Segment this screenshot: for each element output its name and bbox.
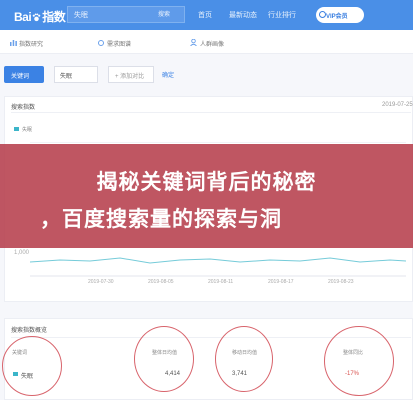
tab-index-research[interactable]: 指数研究 <box>19 39 43 48</box>
tab-demand-graph[interactable]: 需求图谱 <box>107 39 131 48</box>
legend-label: 失眠 <box>22 127 33 133</box>
highlight-circle-keyword <box>2 336 62 396</box>
banner-title-line-1: 揭秘关键词背后的秘密 <box>96 170 317 194</box>
add-compare-button[interactable]: + 添加对比 <box>108 66 154 83</box>
keyword-input-value: 失眠 <box>60 74 73 80</box>
keyword-input[interactable]: 失眠 <box>54 66 98 83</box>
x-tick-label: 2019-08-17 <box>268 279 294 285</box>
overview-title: 搜索指数概览 <box>11 328 48 334</box>
date-range[interactable]: 2019-07-25 <box>382 102 413 108</box>
keyword-button[interactable]: 关键词 <box>4 66 44 83</box>
grid-line <box>30 142 406 143</box>
x-tick-label: 2019-08-11 <box>208 279 234 285</box>
y-tick-label: 1,000 <box>14 250 30 256</box>
search-input-value: 失眠 <box>74 12 88 19</box>
legend-swatch <box>14 127 19 131</box>
nav-latest-news[interactable]: 最新动态 <box>229 10 257 20</box>
nav-industry-ranking[interactable]: 行业排行 <box>268 10 296 20</box>
search-index-title: 搜索指数 <box>11 105 36 111</box>
highlight-circle-overall-daily <box>134 326 194 392</box>
nav-home[interactable]: 首页 <box>198 10 212 20</box>
user-icon <box>190 39 197 46</box>
logo-suffix: 指数 <box>42 10 66 24</box>
baidu-index-logo[interactable]: Bai 指数 <box>14 8 66 25</box>
keyword-button-label: 关键词 <box>11 74 30 80</box>
demand-graph-icon <box>98 40 104 46</box>
trend-line-chart <box>30 257 406 277</box>
x-tick-label: 2019-08-23 <box>328 279 354 285</box>
tab-crowd-portrait[interactable]: 人群画像 <box>200 39 224 48</box>
logo-text: Bai <box>14 10 32 24</box>
vip-button[interactable]: VIP会员 <box>316 7 364 23</box>
banner-title-line-2: ，百度搜索量的探索与洞 <box>40 207 282 231</box>
confirm-link[interactable]: 确定 <box>162 70 174 79</box>
highlight-circle-yoy <box>324 326 394 396</box>
paw-icon <box>32 13 41 22</box>
vip-label: VIP会员 <box>326 14 348 20</box>
chart-icon <box>10 40 17 46</box>
x-tick-label: 2019-08-05 <box>148 279 174 285</box>
add-compare-label: + 添加对比 <box>115 74 145 80</box>
x-tick-label: 2019-07-30 <box>88 279 114 285</box>
vip-icon <box>319 11 326 18</box>
highlight-circle-mobile-daily <box>215 326 273 392</box>
panel-divider <box>11 112 411 113</box>
search-button[interactable]: 搜索 <box>158 9 170 18</box>
